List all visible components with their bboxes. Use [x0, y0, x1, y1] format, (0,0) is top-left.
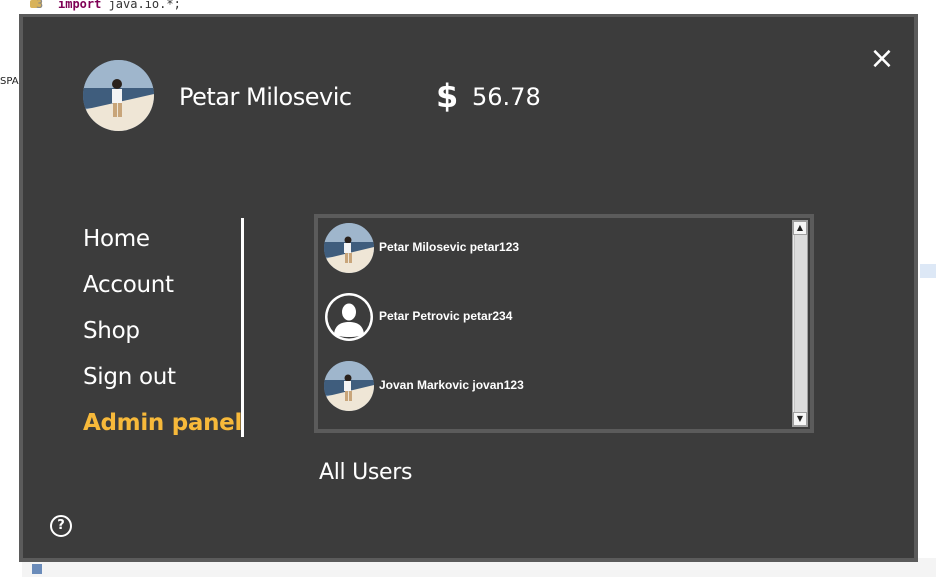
main-nav: Home Account Shop Sign out Admin panel — [83, 221, 242, 451]
photo-avatar-icon — [324, 361, 374, 411]
list-item-user[interactable]: Petar Petrovic petar234 — [324, 292, 784, 344]
user-row-text: Petar Petrovic petar234 — [379, 309, 513, 323]
close-icon: × — [869, 41, 895, 76]
section-title: All Users — [319, 460, 413, 485]
users-list[interactable]: Petar Milosevic petar123 Petar Petrovic … — [314, 214, 814, 433]
list-item-user[interactable]: Petar Milosevic petar123 — [324, 223, 784, 275]
list-item-user[interactable]: Jovan Markovic jovan123 — [324, 361, 784, 413]
user-avatar — [324, 292, 374, 342]
code-line-number: 3 — [36, 0, 44, 11]
scroll-down-icon[interactable]: ▼ — [793, 412, 807, 426]
nav-divider — [241, 218, 244, 437]
balance-amount: 56.78 — [472, 83, 541, 111]
user-row-text: Petar Milosevic petar123 — [379, 240, 520, 254]
dollar-icon: $ — [436, 77, 459, 115]
ide-editor-strip: 3 import java.io.*; — [0, 0, 936, 14]
nav-item-account[interactable]: Account — [83, 267, 242, 313]
person-silhouette-icon — [325, 293, 373, 341]
scroll-up-icon[interactable]: ▲ — [793, 221, 807, 235]
ide-file-icon — [32, 564, 42, 574]
code-line: import java.io.*; — [58, 0, 181, 11]
photo-avatar-icon — [324, 223, 374, 273]
help-icon[interactable]: ? — [50, 515, 72, 537]
ide-side-label: SPA — [0, 76, 19, 87]
code-keyword: import — [58, 0, 102, 11]
nav-item-sign-out[interactable]: Sign out — [83, 359, 242, 405]
user-name: Petar Milosevic — [179, 83, 352, 111]
nav-item-home[interactable]: Home — [83, 221, 242, 267]
user-avatar — [324, 223, 374, 273]
photo-avatar-icon — [83, 60, 154, 131]
close-button[interactable]: × — [864, 41, 900, 77]
user-avatar — [324, 361, 374, 411]
list-scrollbar[interactable]: ▲ ▼ — [792, 220, 808, 427]
ide-scroll-marker — [920, 264, 936, 278]
scroll-thumb[interactable] — [794, 235, 807, 412]
code-text: java.io.*; — [101, 0, 181, 11]
nav-item-shop[interactable]: Shop — [83, 313, 242, 359]
profile-avatar[interactable] — [83, 60, 154, 131]
nav-item-admin-panel[interactable]: Admin panel — [83, 405, 242, 451]
app-window: × Petar Milosevic $ 56.78 Home Account S… — [19, 14, 918, 562]
user-row-text: Jovan Markovic jovan123 — [379, 378, 524, 392]
